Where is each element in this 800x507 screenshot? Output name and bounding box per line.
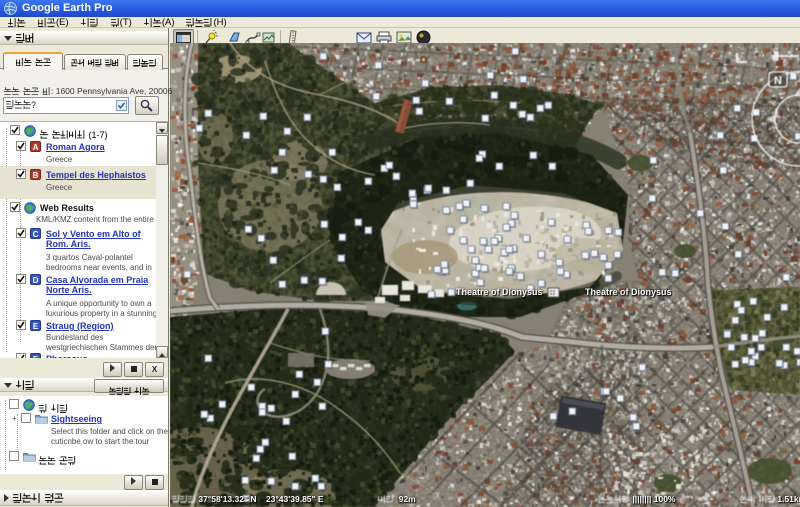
svg-text:N: N — [774, 75, 782, 87]
